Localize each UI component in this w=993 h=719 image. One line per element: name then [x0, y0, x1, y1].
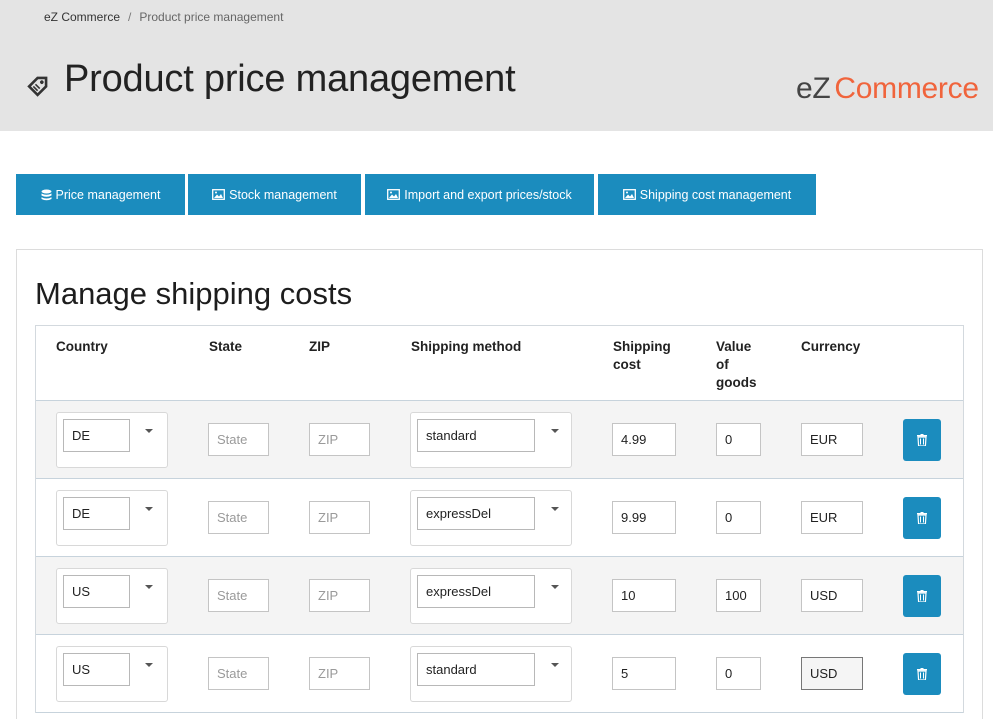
header-value-of-goods: Value of goods	[716, 338, 757, 392]
shipping-cost-input[interactable]: 4.99	[612, 423, 676, 456]
page-header: eZ Commerce / Product price management Pro…	[0, 0, 993, 131]
shipping-costs-table: Country State ZIP Shipping method Shippi…	[35, 325, 964, 713]
delete-row-button[interactable]	[903, 653, 941, 695]
trash-icon	[917, 590, 927, 602]
tab-label: Import and export prices/stock	[404, 187, 572, 202]
country-select[interactable]: DE	[56, 490, 168, 546]
shipping-method-select[interactable]: standard	[410, 646, 572, 702]
state-input[interactable]: State	[208, 579, 269, 612]
header-state: State	[209, 339, 243, 354]
country-value: US	[63, 575, 130, 608]
currency-input[interactable]: EUR	[801, 501, 863, 534]
chevron-down-icon	[145, 429, 153, 433]
trash-icon	[917, 668, 927, 680]
country-select[interactable]: DE	[56, 412, 168, 468]
breadcrumb: eZ Commerce / Product price management	[44, 10, 283, 24]
table-header: Country State ZIP Shipping method Shippi…	[36, 326, 963, 401]
shipping-method-value: standard	[417, 653, 535, 686]
tab-shipping-cost-management[interactable]: Shipping cost management	[598, 174, 816, 215]
header-shipping-cost: Shipping cost	[613, 338, 671, 374]
header-shipping-method: Shipping method	[411, 339, 522, 354]
shipping-cost-input[interactable]: 9.99	[612, 501, 676, 534]
shipping-method-select[interactable]: standard	[410, 412, 572, 468]
shipping-method-value: expressDel	[417, 575, 535, 608]
table-row: US State ZIP expressDel 10 100 USD	[36, 557, 963, 635]
shipping-cost-input[interactable]: 10	[612, 579, 676, 612]
state-input[interactable]: State	[208, 657, 269, 690]
tab-label: Stock management	[229, 187, 337, 202]
currency-input[interactable]: USD	[801, 579, 863, 612]
state-input[interactable]: State	[208, 423, 269, 456]
currency-input[interactable]: EUR	[801, 423, 863, 456]
zip-input[interactable]: ZIP	[309, 423, 370, 456]
value-of-goods-input[interactable]: 0	[716, 423, 761, 456]
delete-row-button[interactable]	[903, 497, 941, 539]
database-icon	[41, 189, 52, 200]
tab-label: Shipping cost management	[639, 187, 792, 202]
breadcrumb-current: Product price management	[139, 10, 284, 24]
country-value: DE	[63, 419, 130, 452]
header-value-line3: goods	[716, 375, 757, 390]
table-row: US State ZIP standard 5 0 USD	[36, 635, 963, 713]
state-input[interactable]: State	[208, 501, 269, 534]
delete-row-button[interactable]	[903, 575, 941, 617]
value-of-goods-input[interactable]: 0	[716, 657, 761, 690]
header-value-line1: Value	[716, 339, 752, 354]
tab-price-management[interactable]: Price management	[16, 174, 185, 215]
country-value: US	[63, 653, 130, 686]
chevron-down-icon	[551, 663, 559, 667]
image-icon	[622, 189, 636, 200]
currency-input[interactable]: USD	[801, 657, 863, 690]
delete-row-button[interactable]	[903, 419, 941, 461]
shipping-method-value: expressDel	[417, 497, 535, 530]
logo-ez-text: eZ	[796, 72, 831, 105]
breadcrumb-separator: /	[128, 10, 132, 24]
shipping-method-select[interactable]: expressDel	[410, 568, 572, 624]
tab-label: Price management	[55, 187, 161, 202]
shipping-costs-panel: Manage shipping costs Country State ZIP …	[16, 249, 983, 719]
chevron-down-icon	[145, 507, 153, 511]
tab-import-export[interactable]: Import and export prices/stock	[365, 174, 594, 215]
country-value: DE	[63, 497, 130, 530]
header-shipping-cost-line1: Shipping	[613, 339, 671, 354]
chevron-down-icon	[551, 585, 559, 589]
header-currency: Currency	[801, 339, 861, 354]
logo-commerce-text: Commerce	[834, 72, 979, 105]
chevron-down-icon	[145, 585, 153, 589]
header-value-line2: of	[716, 357, 729, 372]
shipping-method-select[interactable]: expressDel	[410, 490, 572, 546]
country-select[interactable]: US	[56, 568, 168, 624]
header-zip: ZIP	[309, 339, 331, 354]
zip-input[interactable]: ZIP	[309, 657, 370, 690]
trash-icon	[917, 512, 927, 524]
ez-commerce-logo: eZ Commerce	[796, 72, 979, 106]
panel-title: Manage shipping costs	[35, 276, 353, 311]
table-row: DE State ZIP expressDel 9.99 0 EUR	[36, 479, 963, 557]
image-icon	[387, 189, 401, 200]
chevron-down-icon	[551, 429, 559, 433]
value-of-goods-input[interactable]: 0	[716, 501, 761, 534]
breadcrumb-home-link[interactable]: eZ Commerce	[44, 10, 120, 24]
header-shipping-cost-line2: cost	[613, 357, 641, 372]
country-select[interactable]: US	[56, 646, 168, 702]
trash-icon	[917, 434, 927, 446]
chevron-down-icon	[145, 663, 153, 667]
price-tag-icon	[27, 76, 48, 97]
value-of-goods-input[interactable]: 100	[716, 579, 761, 612]
page-title: Product price management	[64, 58, 516, 100]
tab-stock-management[interactable]: Stock management	[188, 174, 361, 215]
shipping-cost-input[interactable]: 5	[612, 657, 676, 690]
header-country: Country	[56, 339, 108, 354]
image-icon	[212, 189, 226, 200]
table-row: DE State ZIP standard 4.99 0 EUR	[36, 401, 963, 479]
shipping-method-value: standard	[417, 419, 535, 452]
chevron-down-icon	[551, 507, 559, 511]
zip-input[interactable]: ZIP	[309, 501, 370, 534]
zip-input[interactable]: ZIP	[309, 579, 370, 612]
